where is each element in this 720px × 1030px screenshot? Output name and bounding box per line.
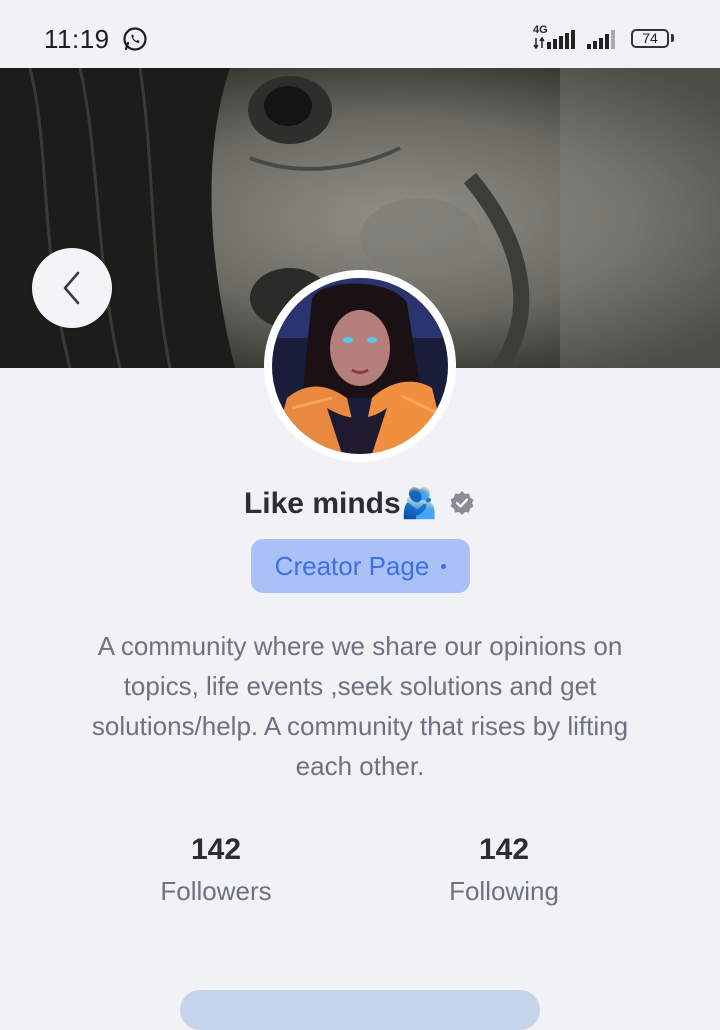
avatar-image bbox=[272, 278, 448, 454]
following-label: Following bbox=[449, 876, 559, 906]
page-bio: A community where we share our opinions … bbox=[91, 631, 629, 781]
creator-page-label: Creator Page bbox=[274, 550, 430, 581]
people-hugging-emoji: 🫂 bbox=[400, 486, 439, 520]
followers-count: 142 bbox=[190, 833, 242, 866]
back-button[interactable] bbox=[32, 248, 112, 328]
battery-tip bbox=[671, 34, 674, 42]
avatar[interactable] bbox=[272, 278, 448, 454]
page-name: Like minds🫂 bbox=[244, 486, 438, 521]
followers-stat[interactable]: 142 Followers bbox=[96, 830, 336, 907]
battery-level: 74 bbox=[642, 30, 658, 46]
check-badge-icon bbox=[450, 491, 474, 515]
chevron-left-icon bbox=[63, 271, 80, 305]
page-name-row: Like minds🫂 bbox=[0, 480, 720, 526]
signal-strength-icon bbox=[533, 30, 575, 50]
page-name-text: Like minds bbox=[243, 486, 401, 520]
following-count: 142 bbox=[478, 833, 530, 866]
followers-label: Followers bbox=[160, 876, 272, 906]
following-stat[interactable]: 142 Following bbox=[384, 830, 624, 907]
creator-page-badge[interactable]: Creator Page bbox=[251, 539, 470, 593]
status-bar: 11:19 4G 74 bbox=[0, 0, 720, 68]
signal-strength-icon-2 bbox=[587, 30, 615, 49]
status-time: 11:19 bbox=[44, 24, 110, 54]
whatsapp-icon bbox=[123, 27, 147, 51]
badge-dot bbox=[441, 563, 447, 569]
battery-icon: 74 bbox=[631, 29, 669, 48]
action-button[interactable] bbox=[180, 990, 540, 1030]
